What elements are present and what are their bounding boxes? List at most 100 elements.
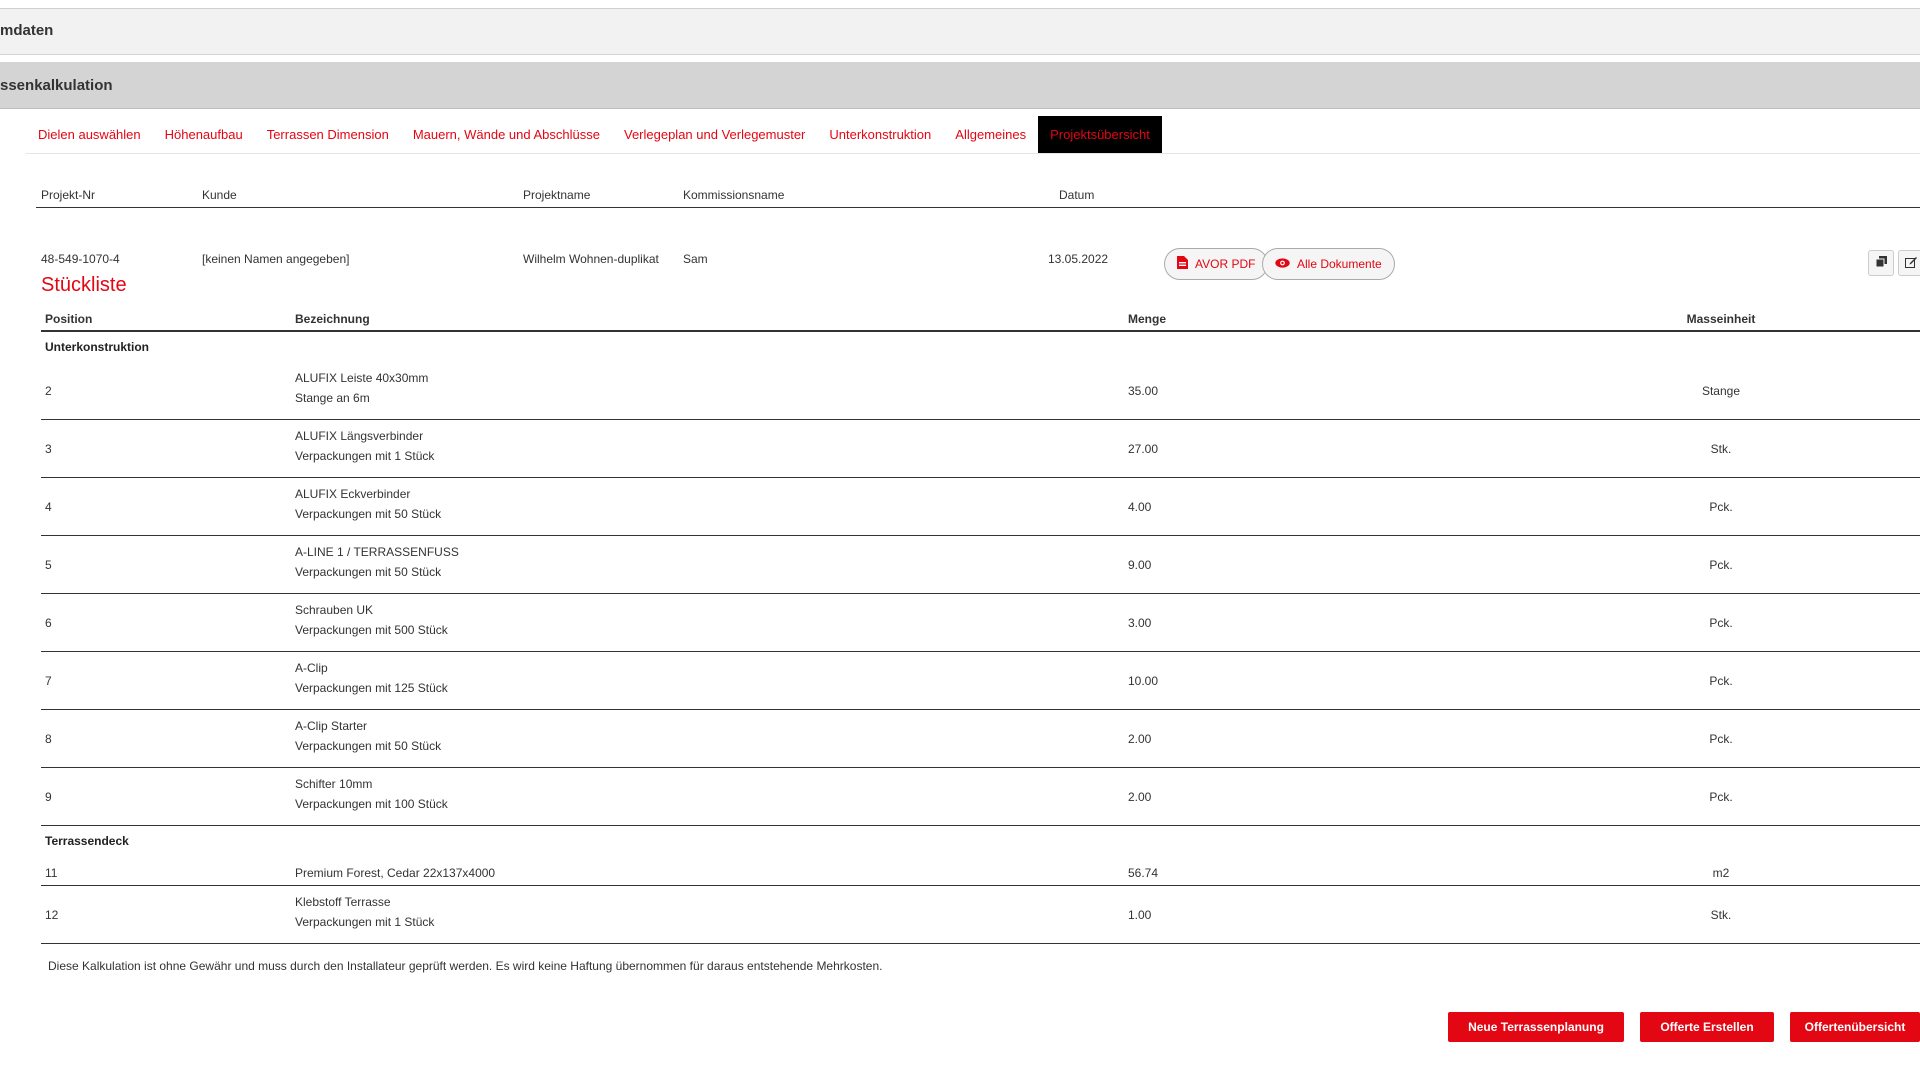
item-bezeichnung: ALUFIX Leiste 40x30mm Stange an 6m — [295, 368, 428, 408]
item-menge: 2.00 — [1128, 732, 1152, 746]
project-kommission: Sam — [683, 252, 708, 266]
table-row: 7 A-Clip Verpackungen mit 125 Stück 10.00… — [41, 652, 1920, 710]
item-position: 9 — [45, 790, 52, 804]
item-sub: Verpackungen mit 100 Stück — [295, 797, 448, 811]
item-unit: Pck. — [1709, 732, 1733, 746]
item-menge: 2.00 — [1128, 790, 1152, 804]
tab-label: Mauern, Wände und Abschlüsse — [412, 127, 600, 142]
kalkulation-panel-header[interactable]: ssenkalkulation — [0, 62, 1920, 109]
item-name: Klebstoff Terrasse — [295, 895, 391, 909]
table-row: 8 A-Clip Starter Verpackungen mit 50 Stüc… — [41, 710, 1920, 768]
tab-unterkonstruktion[interactable]: Unterkonstruktion — [817, 116, 943, 153]
item-bezeichnung: ALUFIX Eckverbinder Verpackungen mit 50 S… — [295, 484, 441, 524]
project-datum: 13.05.2022 — [1048, 252, 1109, 266]
tab-allgemeines[interactable]: Allgemeines — [943, 116, 1038, 153]
item-sub: Stange an 6m — [295, 391, 370, 405]
item-menge: 10.00 — [1128, 674, 1159, 688]
item-sub: Verpackungen mit 500 Stück — [295, 623, 448, 637]
item-position: 2 — [45, 384, 52, 398]
disclaimer-text: Diese Kalkulation ist ohne Gewähr und mu… — [48, 959, 883, 973]
tab-hoehenaufbau[interactable]: Höhenaufbau — [153, 116, 255, 153]
tab-dielen[interactable]: Dielen auswählen — [26, 116, 153, 153]
item-name: ALUFIX Eckverbinder — [295, 487, 411, 501]
alle-dokumente-button[interactable]: Alle Dokumente — [1262, 248, 1395, 280]
item-name: A-Clip Starter — [295, 719, 368, 733]
item-position: 5 — [45, 558, 52, 572]
edit-button[interactable] — [1898, 250, 1920, 276]
copy-button[interactable] — [1868, 250, 1894, 276]
item-menge: 56.74 — [1128, 866, 1159, 880]
item-unit: Pck. — [1709, 790, 1733, 804]
item-unit: Pck. — [1709, 558, 1733, 572]
tab-mauern[interactable]: Mauern, Wände und Abschlüsse — [401, 116, 612, 153]
offerte-erstellen-button[interactable]: Offerte Erstellen — [1640, 1012, 1774, 1042]
tab-label: Projektsübersicht — [1050, 127, 1150, 142]
item-position: 12 — [45, 908, 59, 922]
avor-pdf-label: AVOR PDF — [1195, 257, 1256, 271]
item-sub: Verpackungen mit 1 Stück — [295, 915, 435, 929]
group-label: Terrassendeck — [45, 834, 129, 848]
item-menge: 4.00 — [1128, 500, 1152, 514]
header-kommissionsname: Kommissionsname — [683, 188, 785, 202]
tab-label: Dielen auswählen — [38, 127, 141, 142]
alle-dokumente-label: Alle Dokumente — [1297, 257, 1382, 271]
item-position: 11 — [45, 866, 58, 880]
project-kunde: [keinen Namen angegeben] — [202, 252, 350, 266]
tab-label: Unterkonstruktion — [829, 127, 932, 142]
item-unit: m2 — [1712, 866, 1730, 880]
header-datum: Datum — [1059, 188, 1095, 202]
table-row: 4 ALUFIX Eckverbinder Verpackungen mit 50… — [41, 478, 1920, 536]
item-name: Premium Forest, Cedar 22x137x4000 — [295, 866, 496, 880]
header-kunde: Kunde — [202, 188, 237, 202]
stueckliste-header: Position Bezeichnung Menge Masseinheit — [41, 306, 1920, 332]
header-projekt-nr: Projekt-Nr — [41, 188, 96, 202]
tab-label: Terrassen Dimension — [266, 127, 389, 142]
tab-verlegeplan[interactable]: Verlegeplan und Verlegemuster — [612, 116, 817, 153]
table-row: 9 Schifter 10mm Verpackungen mit 100 Stüc… — [41, 768, 1920, 826]
tab-dimension[interactable]: Terrassen Dimension — [255, 116, 401, 153]
item-sub: Verpackungen mit 50 Stück — [295, 565, 442, 579]
item-name: Schrauben UK — [295, 603, 374, 617]
table-row: 3 ALUFIX Längsverbinder Verpackungen mit … — [41, 420, 1920, 478]
stammdaten-panel-header[interactable]: mdaten — [0, 9, 1920, 55]
kalkulation-panel-title: ssenkalkulation — [0, 77, 113, 94]
item-unit: Pck. — [1709, 616, 1733, 630]
stueckliste-title: Stückliste — [41, 274, 127, 296]
item-menge: 9.00 — [1128, 558, 1152, 572]
item-bezeichnung: A-Clip Verpackungen mit 125 Stück — [295, 658, 448, 698]
table-row: 6 Schrauben UK Verpackungen mit 500 Stück… — [41, 594, 1920, 652]
item-name: A-LINE 1 / TERRASSENFUSS — [295, 545, 459, 559]
item-menge: 1.00 — [1128, 908, 1152, 922]
item-position: 8 — [45, 732, 52, 746]
group-row-terrassendeck: Terrassendeck — [41, 826, 1920, 856]
item-position: 3 — [45, 442, 52, 456]
avor-pdf-button[interactable]: AVOR PDF — [1164, 248, 1269, 280]
neue-terrassenplanung-button[interactable]: Neue Terrassenplanung — [1448, 1012, 1624, 1042]
item-bezeichnung: Schrauben UK Verpackungen mit 500 Stück — [295, 600, 448, 640]
item-bezeichnung: Schifter 10mm Verpackungen mit 100 Stück — [295, 774, 448, 814]
table-row: 2 ALUFIX Leiste 40x30mm Stange an 6m 35.0… — [41, 362, 1920, 420]
header-bezeichnung: Bezeichnung — [295, 312, 370, 326]
eye-icon — [1275, 257, 1290, 271]
item-unit: Pck. — [1709, 674, 1733, 688]
item-position: 7 — [45, 674, 52, 688]
item-menge: 35.00 — [1128, 384, 1159, 398]
item-unit: Pck. — [1709, 500, 1733, 514]
item-sub: Verpackungen mit 125 Stück — [295, 681, 448, 695]
item-unit: Stk. — [1710, 908, 1732, 922]
header-position: Position — [45, 312, 93, 326]
item-sub: Verpackungen mit 50 Stück — [295, 507, 442, 521]
stueckliste-table: Position Bezeichnung Menge Masseinheit U… — [41, 306, 1920, 944]
tab-label: Höhenaufbau — [164, 127, 243, 142]
item-name: Schifter 10mm — [295, 777, 373, 791]
project-name: Wilhelm Wohnen-duplikat — [523, 252, 659, 266]
stammdaten-panel-title: mdaten — [0, 22, 54, 39]
project-nr: 48-549-1070-4 — [41, 252, 120, 266]
item-bezeichnung: A-LINE 1 / TERRASSENFUSS Verpackungen mit… — [295, 542, 459, 582]
item-position: 6 — [45, 616, 52, 630]
tab-projektsuebersicht[interactable]: Projektsübersicht — [1038, 116, 1162, 153]
offertenuebersicht-button[interactable]: Offertenübersicht — [1790, 1012, 1920, 1042]
item-name: ALUFIX Leiste 40x30mm — [295, 371, 429, 385]
item-bezeichnung: Klebstoff Terrasse Verpackungen mit 1 Stü… — [295, 892, 434, 932]
step-tabs: Dielen auswählen Höhenaufbau Terrassen D… — [26, 116, 1920, 154]
